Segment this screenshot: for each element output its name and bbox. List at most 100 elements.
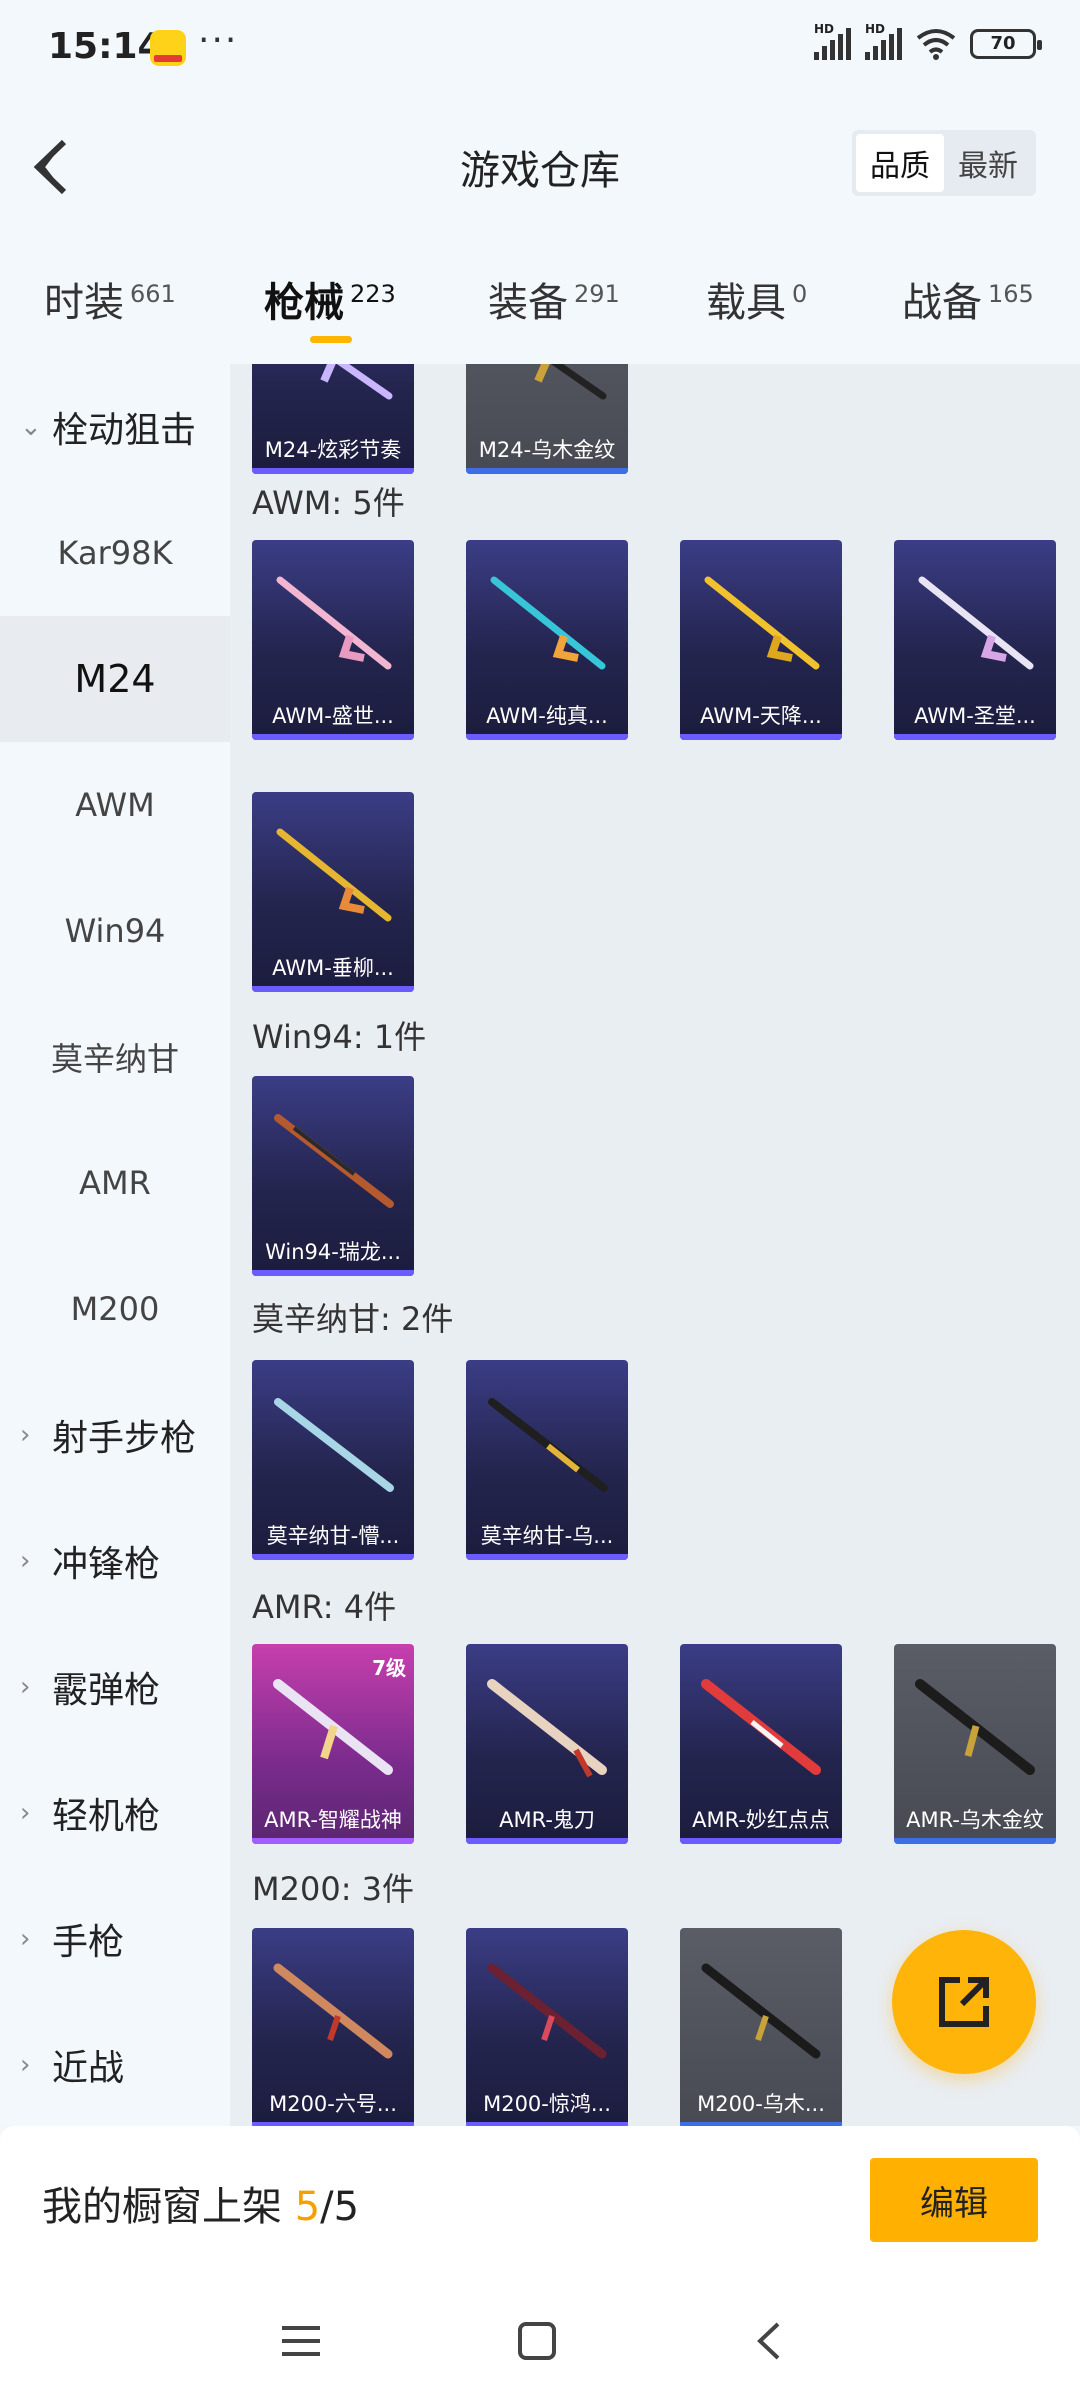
battery-icon: 70 <box>970 29 1042 59</box>
rifle-icon <box>490 576 606 670</box>
sidebar-item-win94[interactable]: Win94 <box>0 868 230 994</box>
rarity-bar <box>466 468 628 474</box>
skin-name: AMR-妙红点点 <box>692 1808 830 1832</box>
app-notification-icon <box>150 30 186 66</box>
edit-button[interactable]: 编辑 <box>870 2158 1038 2242</box>
sidebar-group-lmg[interactable]: › 轻机枪 <box>0 1750 230 1876</box>
tab-vehicles[interactable]: 载具 0 <box>706 270 807 328</box>
skin-name: AMR-智耀战神 <box>264 1808 402 1832</box>
rifle-icon <box>918 576 1034 670</box>
sidebar-item-amr[interactable]: AMR <box>0 1120 230 1246</box>
rifle-icon <box>487 1963 607 2059</box>
sidebar-group-pistol[interactable]: › 手枪 <box>0 1876 230 2002</box>
skin-card[interactable]: AMR-鬼刀 <box>466 1644 628 1844</box>
showcase-bar: 我的橱窗上架 5/5 编辑 <box>0 2126 1080 2280</box>
signal-2-icon: HD <box>865 22 902 60</box>
skin-card[interactable]: AWM-纯真... <box>466 540 628 740</box>
skin-card[interactable]: AWM-圣堂... <box>894 540 1056 740</box>
skin-card[interactable]: M200-惊鸿... <box>466 1928 628 2126</box>
sidebar-group-marksman[interactable]: › 射手步枪 <box>0 1372 230 1498</box>
skin-card[interactable]: M24-炫彩节奏 <box>252 364 414 474</box>
rarity-bar <box>466 734 628 740</box>
section-title-win94: Win94: 1件 <box>252 1018 427 1056</box>
tab-label: 时装 <box>44 280 124 326</box>
skin-card[interactable]: AWM-垂柳... <box>252 792 414 992</box>
skin-card[interactable]: AWM-天降... <box>680 540 842 740</box>
section-title-mosin: 莫辛纳甘: 2件 <box>252 1300 454 1338</box>
sidebar-group-shotgun[interactable]: › 霰弹枪 <box>0 1624 230 1750</box>
sidebar-group-melee[interactable]: › 近战 <box>0 2002 230 2126</box>
status-icons: HD HD 70 <box>814 22 1042 60</box>
menu-icon[interactable] <box>276 2316 326 2366</box>
rifle-icon <box>276 828 392 922</box>
tab-guns[interactable]: 枪械 223 <box>264 270 396 328</box>
section-title-awm: AWM: 5件 <box>252 484 405 522</box>
sort-quality-button[interactable]: 品质 <box>856 134 944 192</box>
home-icon[interactable] <box>512 2316 562 2366</box>
sidebar-item-m24[interactable]: M24 <box>0 616 230 742</box>
skin-name: M200-六号... <box>269 2092 397 2116</box>
chevron-down-icon: ⌄ <box>20 412 42 442</box>
skin-card[interactable]: AMR-妙红点点 <box>680 1644 842 1844</box>
sort-latest-button[interactable]: 最新 <box>944 134 1032 192</box>
sidebar-item-label: M24 <box>74 657 156 701</box>
sidebar-item-label: 射手步枪 <box>52 1418 197 1459</box>
signal-1-icon: HD <box>814 22 851 60</box>
rifle-icon <box>915 1679 1035 1775</box>
rarity-bar <box>466 1838 628 1844</box>
rifle-icon <box>320 364 393 400</box>
skin-card[interactable]: M24-乌木金纹 <box>466 364 628 474</box>
sidebar-group-bolt-action[interactable]: ⌄ 栓动狙击 <box>0 364 230 490</box>
skin-card[interactable]: 莫辛纳甘-懵... <box>252 1360 414 1560</box>
tab-count: 165 <box>988 280 1034 308</box>
skin-name: AMR-乌木金纹 <box>906 1808 1044 1832</box>
rarity-bar <box>252 1270 414 1276</box>
sidebar-item-awm[interactable]: AWM <box>0 742 230 868</box>
skin-card[interactable]: M200-乌木... <box>680 1928 842 2126</box>
weapon-skin-grid: M24-炫彩节奏 M24-乌木金纹 AWM: 5件 AWM-盛世... AWM-… <box>230 364 1080 2126</box>
tab-label: 装备 <box>488 280 568 326</box>
wifi-icon <box>916 29 956 60</box>
sidebar-item-mosin[interactable]: 莫辛纳甘 <box>0 994 230 1120</box>
sidebar-item-label: 手枪 <box>52 1922 125 1963</box>
rarity-bar <box>252 986 414 992</box>
hd-badge-2: HD <box>865 22 886 36</box>
sidebar-item-label: 冲锋枪 <box>52 1544 161 1585</box>
sidebar-group-smg[interactable]: › 冲锋枪 <box>0 1498 230 1624</box>
skin-card[interactable]: Win94-瑞龙... <box>252 1076 414 1276</box>
skin-card[interactable]: AWM-盛世... <box>252 540 414 740</box>
status-time: 15:14 <box>48 26 163 67</box>
tab-equipment[interactable]: 装备 291 <box>488 270 620 328</box>
skin-card[interactable]: 7级 AMR-智耀战神 <box>252 1644 414 1844</box>
sidebar-item-kar98k[interactable]: Kar98K <box>0 490 230 616</box>
skin-name: AWM-圣堂... <box>914 704 1036 728</box>
tab-count: 0 <box>792 280 808 308</box>
sidebar-item-label: Win94 <box>64 912 166 950</box>
showcase-label: 我的橱窗上架 <box>42 2184 295 2230</box>
skin-card[interactable]: 莫辛纳甘-乌... <box>466 1360 628 1560</box>
skin-card[interactable]: M200-六号... <box>252 1928 414 2126</box>
chevron-right-icon: › <box>20 1924 31 1954</box>
sort-toggle: 品质 最新 <box>852 130 1036 196</box>
skin-card[interactable]: AMR-乌木金纹 <box>894 1644 1056 1844</box>
rifle-icon <box>701 1679 821 1775</box>
rarity-bar <box>252 1838 414 1844</box>
chevron-right-icon: › <box>20 1798 31 1828</box>
rarity-bar <box>680 1838 842 1844</box>
tab-outfits[interactable]: 时装 661 <box>44 270 176 328</box>
tab-label: 战备 <box>902 280 982 326</box>
skin-name: M24-炫彩节奏 <box>264 438 402 462</box>
rarity-bar <box>894 734 1056 740</box>
rarity-bar <box>252 468 414 474</box>
chevron-right-icon: › <box>20 1420 31 1450</box>
sidebar-item-m200[interactable]: M200 <box>0 1246 230 1372</box>
system-navigation-bar <box>0 2280 1080 2400</box>
tab-supplies[interactable]: 战备 165 <box>902 270 1034 328</box>
rifle-icon <box>487 1679 607 1778</box>
rarity-bar <box>466 1554 628 1560</box>
back-icon[interactable] <box>746 2316 796 2366</box>
status-bar: 15:14 ··· HD HD 70 <box>0 0 1080 96</box>
showcase-total: /5 <box>320 2184 360 2230</box>
sidebar-item-label: AWM <box>75 786 155 824</box>
share-button[interactable] <box>892 1930 1036 2074</box>
